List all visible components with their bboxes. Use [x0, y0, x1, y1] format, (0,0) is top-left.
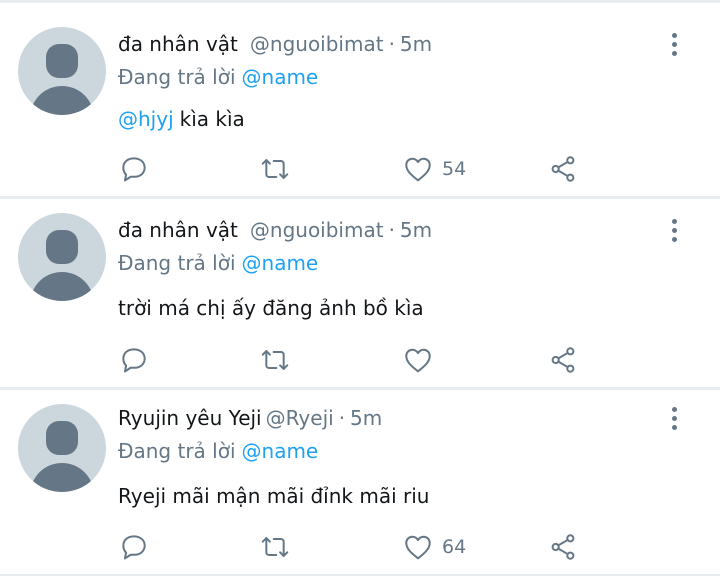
tweet-text: Ryeji mãi mận mãi đỉnk mãi riu: [118, 481, 429, 511]
tweet-time[interactable]: 5m: [350, 406, 382, 430]
share-icon: [551, 534, 575, 560]
avatar-head-shape: [46, 421, 78, 455]
replying-prefix: Đang trả lời: [118, 251, 236, 275]
retweet-button[interactable]: [259, 344, 291, 376]
replying-to-line: Đang trả lời @name: [118, 248, 318, 278]
replying-prefix: Đang trả lời: [118, 65, 236, 89]
tweet-header: đa nhân vật @nguoibimat · 5m: [118, 215, 432, 245]
retweet-button[interactable]: [259, 531, 291, 563]
share-button[interactable]: [547, 153, 579, 185]
tweet-item[interactable]: đa nhân vật @nguoibimat · 5m Đang trả lờ…: [0, 199, 720, 387]
like-count: 64: [442, 536, 467, 558]
heart-icon: [405, 348, 431, 373]
action-bar: 54: [118, 153, 598, 185]
author-handle[interactable]: @nguoibimat: [250, 218, 384, 242]
tweet-header: Ryujin yêu Yeji @Ryeji · 5m: [118, 403, 382, 433]
tweet-item[interactable]: Ryujin yêu Yeji @Ryeji · 5m Đang trả lời…: [0, 390, 720, 576]
author-handle[interactable]: @Ryeji: [266, 406, 334, 430]
reply-button[interactable]: [118, 344, 150, 376]
replying-to-mention[interactable]: @name: [242, 251, 319, 275]
replying-to-mention[interactable]: @name: [242, 439, 319, 463]
separator-dot: ·: [388, 218, 395, 242]
tweet-text-body: kìa kìa: [179, 107, 245, 131]
like-button[interactable]: 54: [402, 153, 466, 185]
tweet-text-body: Ryeji mãi mận mãi đỉnk mãi riu: [118, 484, 430, 508]
separator-dot: ·: [338, 406, 346, 430]
author-name[interactable]: đa nhân vật: [118, 218, 238, 242]
more-vertical-icon[interactable]: [664, 215, 684, 245]
reply-icon: [122, 535, 146, 560]
retweet-icon: [261, 159, 289, 179]
tweet-item[interactable]: đa nhân vật @nguoibimat · 5m Đang trả lờ…: [0, 3, 720, 196]
reply-button[interactable]: [118, 531, 150, 563]
retweet-button[interactable]: [259, 153, 291, 185]
avatar-body-shape: [30, 272, 94, 301]
share-icon: [551, 156, 575, 182]
share-icon: [551, 347, 575, 373]
avatar[interactable]: [18, 404, 106, 492]
share-button[interactable]: [547, 531, 579, 563]
tweet-header: đa nhân vật @nguoibimat · 5m: [118, 29, 432, 59]
avatar-body-shape: [30, 463, 94, 492]
replying-to-line: Đang trả lời @name: [118, 62, 318, 92]
avatar[interactable]: [18, 27, 106, 115]
avatar-head-shape: [46, 230, 78, 264]
author-name[interactable]: Ryujin yêu Yeji: [118, 406, 262, 430]
like-button[interactable]: [402, 344, 434, 376]
reply-icon: [122, 348, 146, 373]
action-bar: 64: [118, 531, 598, 563]
heart-icon: [405, 157, 431, 182]
retweet-icon: [261, 537, 289, 557]
avatar[interactable]: [18, 213, 106, 301]
avatar-head-shape: [46, 44, 78, 78]
more-vertical-icon[interactable]: [664, 29, 684, 59]
replying-to-mention[interactable]: @name: [242, 65, 319, 89]
action-bar: [118, 344, 598, 376]
more-vertical-icon[interactable]: [664, 403, 684, 433]
tweet-time[interactable]: 5m: [400, 32, 432, 56]
tweet-time[interactable]: 5m: [400, 218, 432, 242]
like-count: 54: [442, 158, 467, 180]
share-button[interactable]: [547, 344, 579, 376]
author-name[interactable]: đa nhân vật: [118, 32, 238, 56]
reply-button[interactable]: [118, 153, 150, 185]
replying-prefix: Đang trả lời: [118, 439, 236, 463]
avatar-body-shape: [30, 86, 94, 115]
separator-dot: ·: [388, 32, 395, 56]
tweet-text: trời má chị ấy đăng ảnh bồ kìa: [118, 293, 424, 323]
like-button[interactable]: 64: [402, 531, 466, 563]
retweet-icon: [261, 350, 289, 370]
replying-to-line: Đang trả lời @name: [118, 436, 318, 466]
reply-icon: [122, 157, 146, 182]
tweet-text: @hjyj kìa kìa: [118, 104, 245, 134]
text-mention[interactable]: @hjyj: [118, 107, 174, 131]
heart-icon: [405, 535, 431, 560]
author-handle[interactable]: @nguoibimat: [250, 32, 384, 56]
tweet-text-body: trời má chị ấy đăng ảnh bồ kìa: [118, 296, 424, 320]
